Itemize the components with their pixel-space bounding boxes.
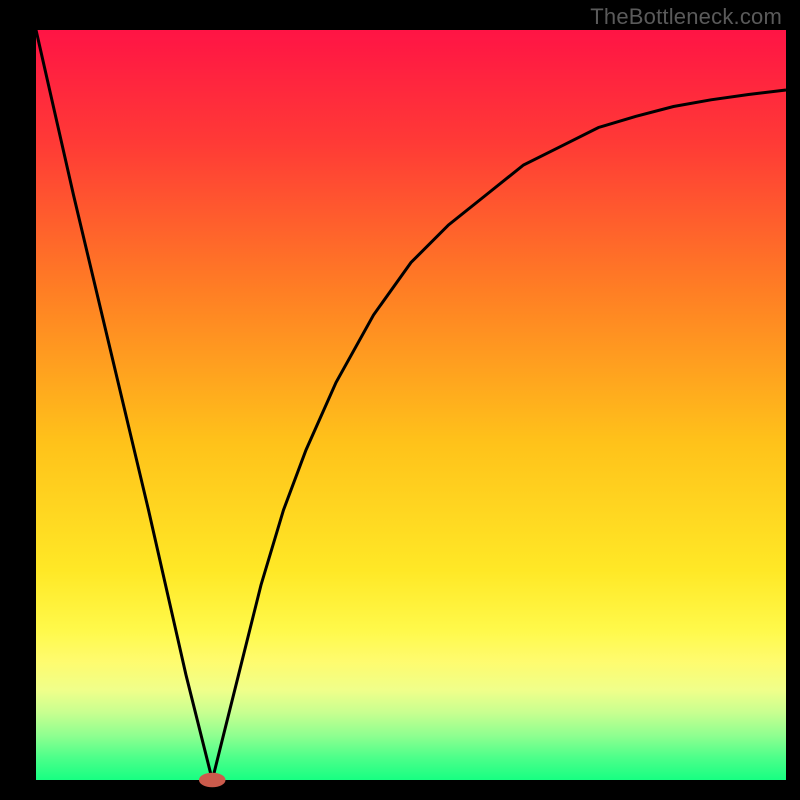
- chart-canvas: [0, 0, 800, 800]
- chart-background: [36, 30, 786, 780]
- chart-frame: TheBottleneck.com: [0, 0, 800, 800]
- optimal-marker: [200, 773, 226, 787]
